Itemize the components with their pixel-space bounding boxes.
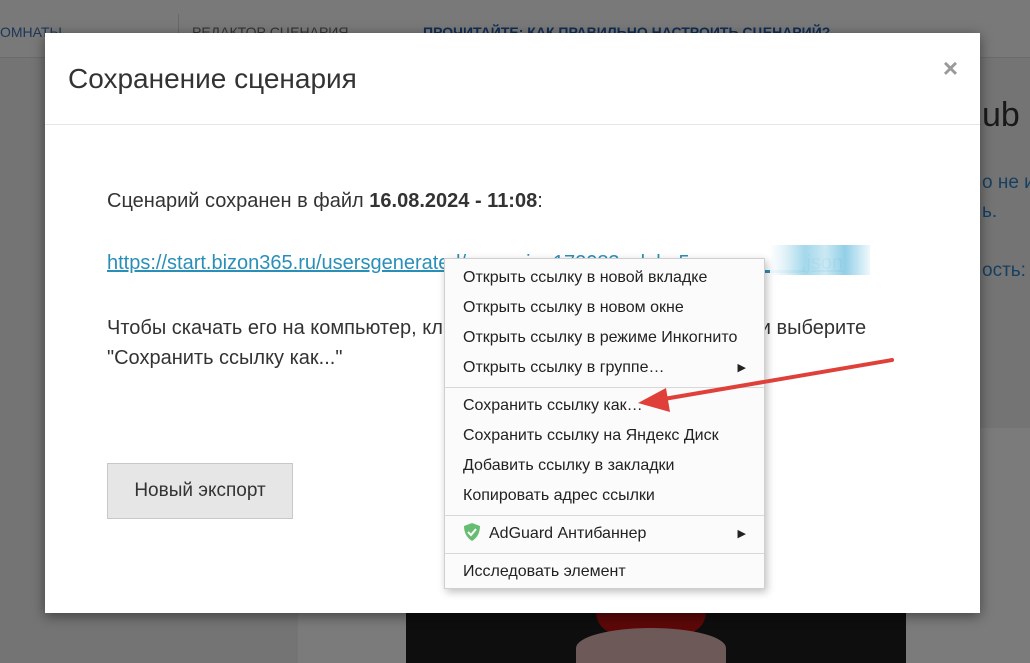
ctx-item-label: AdGuard Антибаннер bbox=[489, 525, 647, 542]
submenu-arrow-icon: ▶ bbox=[737, 528, 746, 540]
modal-title: Сохранение сценария bbox=[68, 63, 357, 94]
context-menu: Открыть ссылку в новой вкладке Открыть с… bbox=[444, 258, 765, 589]
new-export-button[interactable]: Новый экспорт bbox=[107, 463, 293, 519]
shield-check-icon bbox=[464, 523, 480, 541]
ctx-save-to-yandex-disk[interactable]: Сохранить ссылку на Яндекс Диск bbox=[445, 421, 764, 451]
annotation-arrow-icon bbox=[638, 358, 894, 412]
saved-date: 16.08.2024 - 11:08 bbox=[369, 190, 538, 212]
ctx-separator bbox=[445, 515, 764, 516]
close-icon[interactable]: × bbox=[943, 55, 958, 81]
ctx-open-new-window[interactable]: Открыть ссылку в новом окне bbox=[445, 293, 764, 323]
ctx-item-label: Открыть ссылку в новом окне bbox=[463, 299, 684, 316]
ctx-item-label: Открыть ссылку в режиме Инкогнито bbox=[463, 329, 738, 346]
ctx-adguard[interactable]: AdGuard Антибаннер ▶ bbox=[445, 519, 764, 549]
ctx-item-label: Сохранить ссылку на Яндекс Диск bbox=[463, 427, 719, 444]
modal-header: Сохранение сценария × bbox=[45, 33, 980, 125]
ctx-open-new-tab[interactable]: Открыть ссылку в новой вкладке bbox=[445, 263, 764, 293]
saved-prefix: Сценарий сохранен в файл bbox=[107, 190, 370, 212]
ctx-open-incognito[interactable]: Открыть ссылку в режиме Инкогнито bbox=[445, 323, 764, 353]
ctx-item-label: Копировать адрес ссылки bbox=[463, 487, 655, 504]
ctx-inspect-element[interactable]: Исследовать элемент bbox=[445, 557, 764, 587]
ctx-item-label: Сохранить ссылку как… bbox=[463, 397, 643, 414]
ctx-add-bookmark[interactable]: Добавить ссылку в закладки bbox=[445, 451, 764, 481]
ctx-item-label: Исследовать элемент bbox=[463, 563, 626, 580]
ctx-copy-link-address[interactable]: Копировать адрес ссылки bbox=[445, 481, 764, 511]
redacted-blur bbox=[770, 245, 870, 275]
saved-message: Сценарий сохранен в файл 16.08.2024 - 11… bbox=[107, 190, 543, 213]
ctx-item-label: Добавить ссылку в закладки bbox=[463, 457, 675, 474]
ctx-item-label: Открыть ссылку в новой вкладке bbox=[463, 269, 708, 286]
saved-suffix: : bbox=[537, 190, 543, 212]
ctx-separator bbox=[445, 553, 764, 554]
